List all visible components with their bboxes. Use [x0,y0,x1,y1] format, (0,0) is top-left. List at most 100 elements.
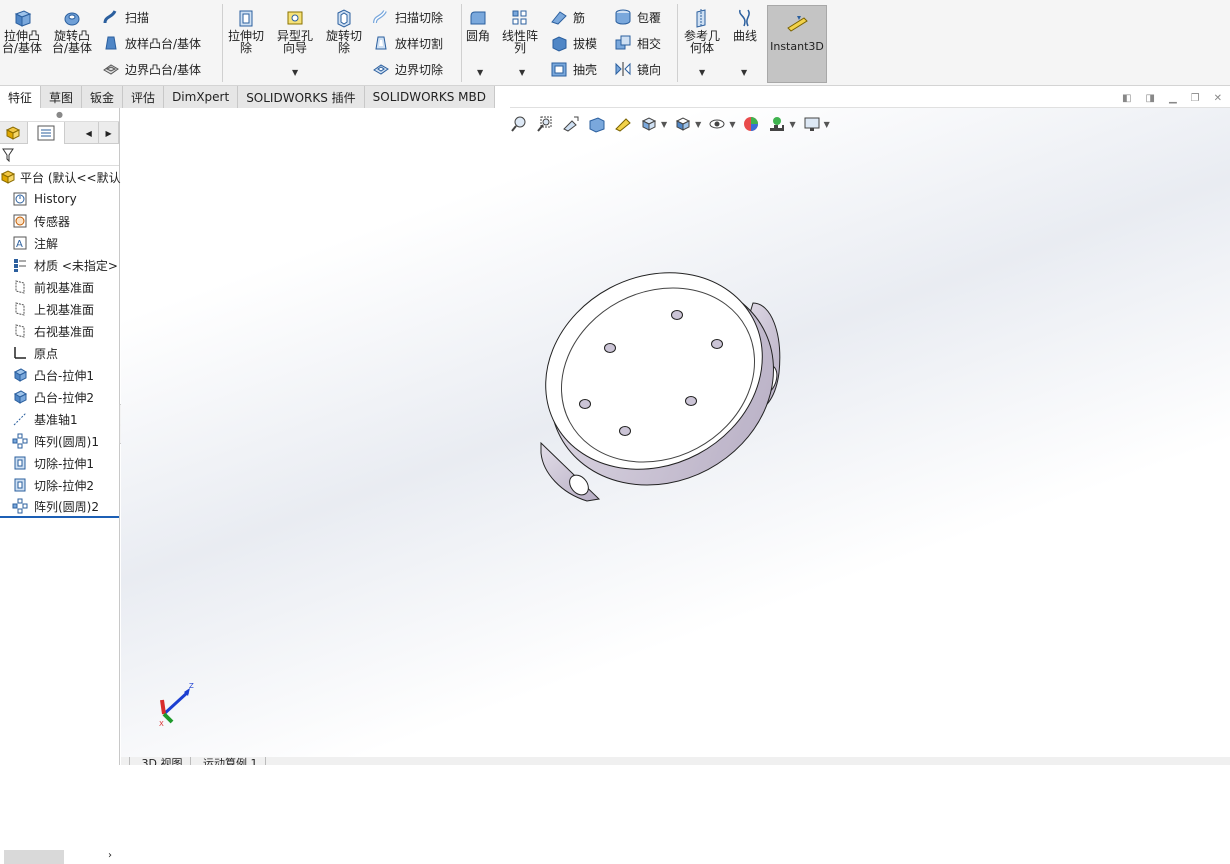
tab-motion-study[interactable]: 运动算例 1 [195,757,267,765]
tab-3d-views[interactable]: 3D 视图 [134,757,192,765]
part-model[interactable] [521,263,821,508]
tree-filter[interactable] [0,144,119,166]
reference-geometry-label: 参考几 何体 [684,29,721,55]
tree-item[interactable]: 上视基准面 [0,298,119,320]
tile-left-icon[interactable]: ◧ [1122,93,1131,104]
view-orientation-dropdown-icon[interactable]: ▼ [661,120,667,129]
command-manager-ribbon: 拉伸凸 台/基体 旋转凸 台/基体 扫描 放样凸台/基体 边界凸台/基体 拉伸切… [0,0,1230,86]
scroll-left-icon[interactable]: ◀ [79,122,100,144]
horizontal-scrollbar-thumb[interactable] [4,850,64,864]
tab-sheet-metal[interactable]: 钣金 [82,86,124,108]
loft-cut-label: 放样切割 [395,36,444,51]
draft-label: 拔模 [573,36,598,51]
view-settings-icon[interactable] [802,114,822,134]
section-view-icon[interactable] [587,114,607,134]
tree-item[interactable]: 凸台-拉伸1 [0,364,119,386]
tree-item[interactable]: 右视基准面 [0,320,119,342]
tree-item[interactable]: 阵列(圆周)1 [0,430,119,452]
tree-item[interactable]: 阵列(圆周)2 [0,496,119,518]
tree-item[interactable]: 材质 <未指定> [0,254,119,276]
shell-button[interactable]: 抽壳 [550,58,597,80]
property-manager-tab[interactable] [27,122,66,144]
extrude-boss-button[interactable]: 拉伸凸 台/基体 [2,8,42,54]
loft-cut-icon [375,36,387,50]
tab-solidworks-addins[interactable]: SOLIDWORKS 插件 [238,86,365,108]
curves-button[interactable]: 曲线 [733,8,757,42]
tree-item[interactable]: 切除-拉伸2 [0,474,119,496]
heads-up-view-toolbar: ▼ ▼ ▼ ▼ ▼ [509,114,830,134]
revolve-boss-button[interactable]: 旋转凸 台/基体 [52,8,92,54]
hole-wizard-dropdown-icon[interactable]: ▼ [292,68,298,77]
revolve-cut-label: 旋转切 除 [326,29,363,55]
intersect-button[interactable]: 相交 [614,32,661,54]
edit-appearance-icon[interactable] [741,114,761,134]
boundary-boss-label: 边界凸台/基体 [125,62,202,77]
draft-button[interactable]: 拔模 [550,32,597,54]
tab-solidworks-mbd[interactable]: SOLIDWORKS MBD [364,86,495,108]
feature-manager-tab[interactable] [0,122,28,144]
scroll-right-icon[interactable]: ▶ [99,122,120,144]
close-icon[interactable]: ✕ [1214,93,1222,104]
tab-model[interactable]: 模型 [121,757,130,765]
scroll-right-arrow-icon[interactable]: › [108,850,112,861]
boundary-boss-button[interactable]: 边界凸台/基体 [102,58,201,80]
apply-scene-dropdown-icon[interactable]: ▼ [789,120,795,129]
tree-root-part[interactable]: 平台 (默认<<默认> [0,166,131,188]
tree-item[interactable]: 基准轴1 [0,408,119,430]
zoom-to-fit-icon[interactable] [509,114,529,134]
linear-pattern-dropdown-icon[interactable]: ▼ [519,68,525,77]
curves-dropdown-icon[interactable]: ▼ [741,68,747,77]
mirror-button[interactable]: 镜向 [614,58,661,80]
tab-evaluate[interactable]: 评估 [123,86,165,108]
apply-scene-icon[interactable] [767,114,787,134]
extrude-cut-button[interactable]: 拉伸切 除 [228,8,264,54]
tree-item[interactable]: 原点 [0,342,119,364]
display-style-dropdown-icon[interactable]: ▼ [695,120,701,129]
view-settings-dropdown-icon[interactable]: ▼ [824,120,830,129]
dynamic-annotation-icon[interactable] [613,114,633,134]
wrap-button[interactable]: 包覆 [614,6,661,28]
draft-icon [552,36,567,52]
display-style-icon[interactable] [673,114,693,134]
hole-wizard-button[interactable]: 异型孔 向导 [277,8,313,54]
linear-pattern-button[interactable]: 线性阵 列 [502,8,538,54]
tree-item[interactable]: History [0,188,119,210]
loft-cut-button[interactable]: 放样切割 [372,32,443,54]
reference-geometry-button[interactable]: 参考几 何体 [684,8,720,54]
instant3d-button[interactable]: Instant3D [767,5,827,83]
revolve-cut-button[interactable]: 旋转切 除 [326,8,362,54]
tab-features[interactable]: 特征 [0,86,42,108]
tree-item[interactable]: 切除-拉伸1 [0,452,119,474]
panel-grip[interactable]: ● [0,108,119,122]
loft-boss-button[interactable]: 放样凸台/基体 [102,32,201,54]
boss-extrude-icon [13,368,28,382]
fillet-dropdown-icon[interactable]: ▼ [477,68,483,77]
hide-show-dropdown-icon[interactable]: ▼ [729,120,735,129]
tree-item[interactable]: A 注解 [0,232,119,254]
view-orientation-icon[interactable] [639,114,659,134]
boundary-cut-button[interactable]: 边界切除 [372,58,443,80]
hide-show-items-icon[interactable] [707,114,727,134]
tile-right-icon[interactable]: ◨ [1145,93,1154,104]
fillet-button[interactable]: 圆角 [466,8,490,42]
tree-item[interactable]: 前视基准面 [0,276,119,298]
tree-item[interactable]: 凸台-拉伸2 [0,386,119,408]
previous-view-icon[interactable] [561,114,581,134]
tab-dimxpert[interactable]: DimXpert [164,86,239,108]
tree-item[interactable]: 传感器 [0,210,119,232]
graphics-area[interactable]: ▼ ▼ ▼ ▼ ▼ Z X [121,108,1230,757]
manager-tabs: ◀ ▶ [0,122,120,144]
extrude-cut-icon [239,10,253,27]
bolt-hole [671,310,683,320]
boundary-boss-icon [103,64,119,75]
rib-button[interactable]: 筋 [550,6,585,28]
sweep-cut-button[interactable]: 扫描切除 [372,6,443,28]
reference-geometry-dropdown-icon[interactable]: ▼ [699,68,705,77]
minimize-icon[interactable]: ▁ [1169,93,1177,104]
tab-sketch[interactable]: 草图 [41,86,83,108]
extrude-cut-label: 拉伸切 除 [228,29,265,55]
sweep-button[interactable]: 扫描 [102,6,149,28]
wrap-label: 包覆 [637,10,662,25]
zoom-to-area-icon[interactable] [535,114,555,134]
restore-icon[interactable]: ❐ [1191,93,1200,104]
